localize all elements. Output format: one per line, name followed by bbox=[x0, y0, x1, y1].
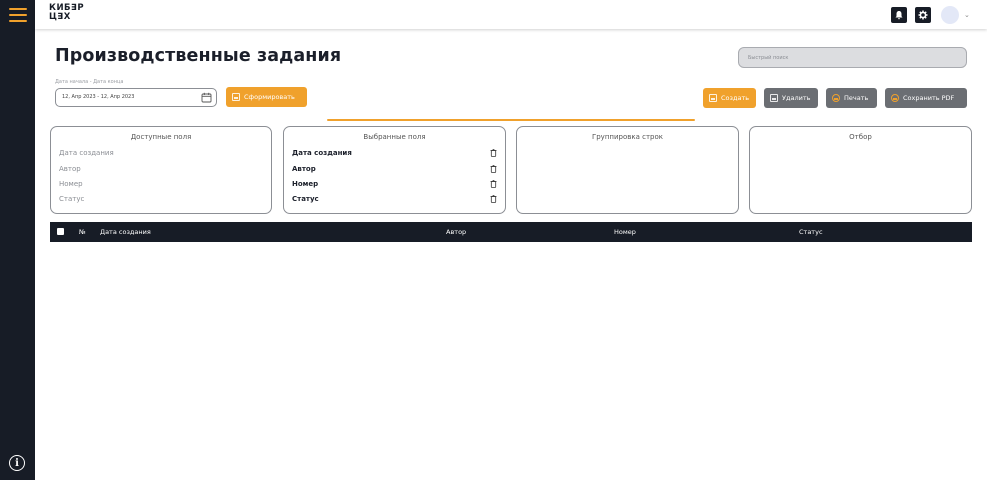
info-icon[interactable]: i bbox=[9, 455, 25, 471]
document-icon bbox=[770, 94, 778, 102]
available-field-item[interactable]: Дата создания bbox=[59, 149, 114, 157]
available-field-item[interactable]: Автор bbox=[59, 165, 81, 173]
save-pdf-button[interactable]: Сохранить PDF bbox=[885, 88, 967, 108]
bell-icon[interactable] bbox=[891, 7, 907, 23]
create-button[interactable]: Создать bbox=[703, 88, 756, 108]
panel-title: Группировка строк bbox=[591, 133, 664, 141]
logo: КИБ∃Р Ц∃Х bbox=[49, 4, 84, 22]
pdf-icon bbox=[891, 94, 899, 102]
save-pdf-label: Сохранить PDF bbox=[903, 94, 955, 102]
print-label: Печать bbox=[844, 94, 869, 102]
trash-icon[interactable] bbox=[490, 165, 497, 173]
column-header-status[interactable]: Статус bbox=[799, 228, 823, 236]
select-all-checkbox[interactable] bbox=[57, 228, 64, 235]
date-range-label: Дата начала - Дата конца bbox=[55, 79, 124, 85]
selected-field-item[interactable]: Номер bbox=[292, 180, 318, 188]
document-icon bbox=[232, 93, 240, 101]
column-header-number[interactable]: № bbox=[79, 228, 86, 236]
column-header-number-doc[interactable]: Номер bbox=[614, 228, 636, 236]
panel-title: Выбранные поля bbox=[363, 133, 426, 141]
date-range-value: 12, Апр 2023 - 12, Апр 2023 bbox=[62, 94, 135, 100]
document-icon bbox=[709, 94, 717, 102]
progress-divider bbox=[327, 119, 695, 121]
available-fields-panel: Доступные поля Дата создания Автор Номер… bbox=[50, 126, 272, 214]
avatar[interactable] bbox=[941, 6, 959, 24]
trash-icon[interactable] bbox=[490, 195, 497, 203]
trash-icon[interactable] bbox=[490, 149, 497, 157]
form-report-label: Сформировать bbox=[244, 93, 295, 101]
available-field-item[interactable]: Номер bbox=[59, 180, 83, 188]
search-input[interactable] bbox=[738, 47, 967, 68]
top-header: КИБ∃Р Ц∃Х ⌄ bbox=[35, 0, 987, 29]
panel-title: Доступные поля bbox=[130, 133, 192, 141]
trash-icon[interactable] bbox=[490, 180, 497, 188]
page-title: Производственные задания bbox=[55, 46, 342, 66]
selected-field-item[interactable]: Дата создания bbox=[292, 149, 352, 157]
table-header: № Дата создания Автор Номер Статус bbox=[50, 222, 972, 242]
menu-icon[interactable] bbox=[9, 8, 27, 22]
row-grouping-panel[interactable]: Группировка строк bbox=[516, 126, 739, 214]
create-label: Создать bbox=[721, 94, 750, 102]
date-range-field[interactable]: 12, Апр 2023 - 12, Апр 2023 bbox=[55, 88, 217, 107]
form-report-button[interactable]: Сформировать bbox=[226, 87, 307, 107]
delete-label: Удалить bbox=[782, 94, 811, 102]
logo-line-2: Ц∃Х bbox=[49, 12, 71, 22]
printer-icon bbox=[832, 94, 840, 102]
selected-field-item[interactable]: Статус bbox=[292, 195, 319, 203]
available-field-item[interactable]: Статус bbox=[59, 195, 84, 203]
delete-button[interactable]: Удалить bbox=[764, 88, 818, 108]
selected-field-item[interactable]: Автор bbox=[292, 165, 316, 173]
calendar-icon[interactable] bbox=[201, 92, 212, 103]
column-header-created[interactable]: Дата создания bbox=[100, 228, 151, 236]
panel-title: Отбор bbox=[849, 133, 872, 141]
gear-icon[interactable] bbox=[915, 7, 931, 23]
chevron-down-icon[interactable]: ⌄ bbox=[964, 11, 970, 19]
column-header-author[interactable]: Автор bbox=[446, 228, 466, 236]
selected-fields-panel: Выбранные поля Дата создания Автор Номер… bbox=[283, 126, 506, 214]
filter-panel[interactable]: Отбор bbox=[749, 126, 972, 214]
sidebar: i bbox=[0, 0, 35, 480]
print-button[interactable]: Печать bbox=[826, 88, 877, 108]
